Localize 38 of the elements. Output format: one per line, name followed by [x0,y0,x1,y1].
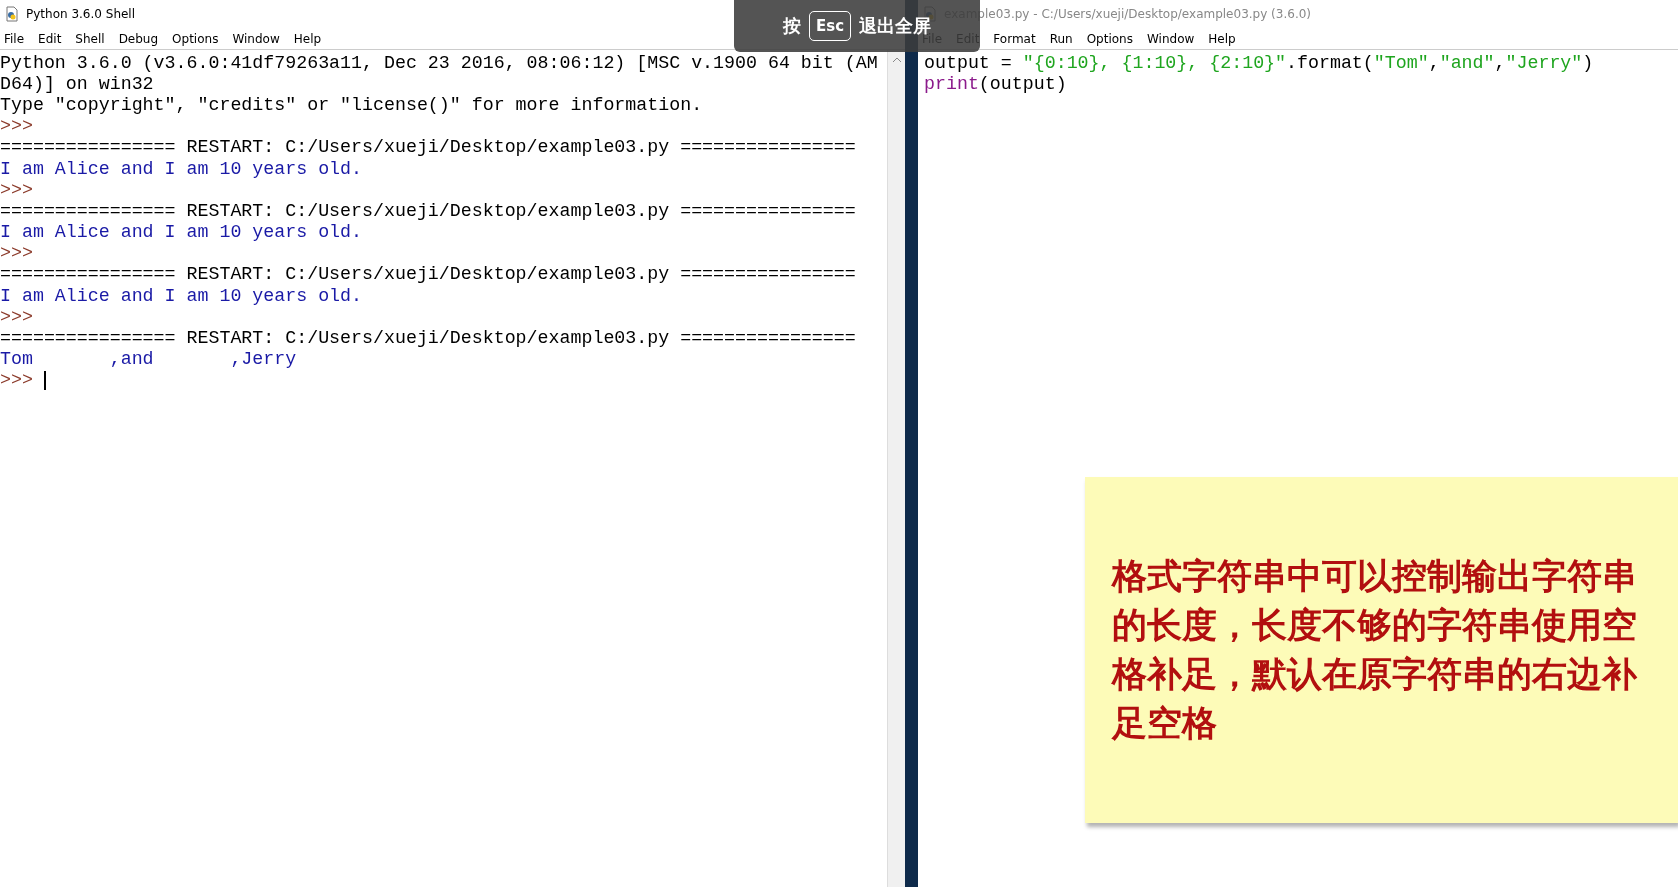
python-file-icon [4,6,20,22]
output-line: Tom ,and ,Jerry [0,349,297,370]
console-line: ================ RESTART: C:/Users/xueji/Desktop/example03.py ================ [0,264,856,285]
code-line: print(output) [924,73,1068,95]
prompt: >>> [0,179,33,200]
menu-item[interactable]: Window [232,31,280,46]
console-line: ================ RESTART: C:/Users/xueji/Desktop/example03.py ================ [0,200,856,221]
menu-item[interactable]: File [4,31,25,46]
console-line: ================ RESTART: C:/Users/xueji/Desktop/example03.py ================ [0,137,856,158]
window-title: Python 3.6.0 Shell [26,7,136,21]
console-line: Type "copyright", "credits" or "license()" for more information. [0,94,703,115]
menu-item[interactable]: Help [293,31,322,46]
esc-key[interactable]: Esc [808,11,852,41]
hint-text: 按 [782,14,801,38]
menu-item[interactable]: Format [993,31,1036,46]
note-text: 格式字符串中可以控制输出字符串的长度，长度不够的字符串使用空格补足，默认在原字符串的右边补足空格 [1112,555,1638,745]
menu-item[interactable]: Debug [118,31,159,46]
menu-item[interactable]: Window [1146,31,1195,46]
console-line: ================ RESTART: C:/Users/xueji/Desktop/example03.py ================ [0,328,856,349]
console-line: D64)] on win32 [0,73,154,94]
prompt: >>> [0,243,33,264]
scroll-up-icon[interactable] [891,56,902,64]
output-line: I am Alice and I am 10 years old. [0,158,363,179]
prompt: >>> [0,116,33,137]
menu-item[interactable]: Options [172,31,219,46]
menu-item[interactable]: Help [1208,31,1236,46]
scrollbar[interactable] [887,50,905,887]
menu-item[interactable]: Options [1086,31,1133,46]
text-cursor [43,370,46,390]
code-line: output = "{0:10}, {1:10}, {2:10}".format("Tom","and","Jerry") [924,52,1595,74]
prompt: >>> [0,370,33,391]
output-line: I am Alice and I am 10 years old. [0,285,363,306]
prompt: >>> [0,306,33,327]
menu-item[interactable]: Edit [38,31,62,46]
menu-item[interactable]: Shell [75,31,105,46]
console-line: Python 3.6.0 (v3.6.0:41df79263a11, Dec 23 2016, 08:06:12) [MSC v.1900 64 bit (AM [0,52,878,73]
output-line: I am Alice and I am 10 years old. [0,222,363,243]
menu-item[interactable]: Run [1049,31,1073,46]
